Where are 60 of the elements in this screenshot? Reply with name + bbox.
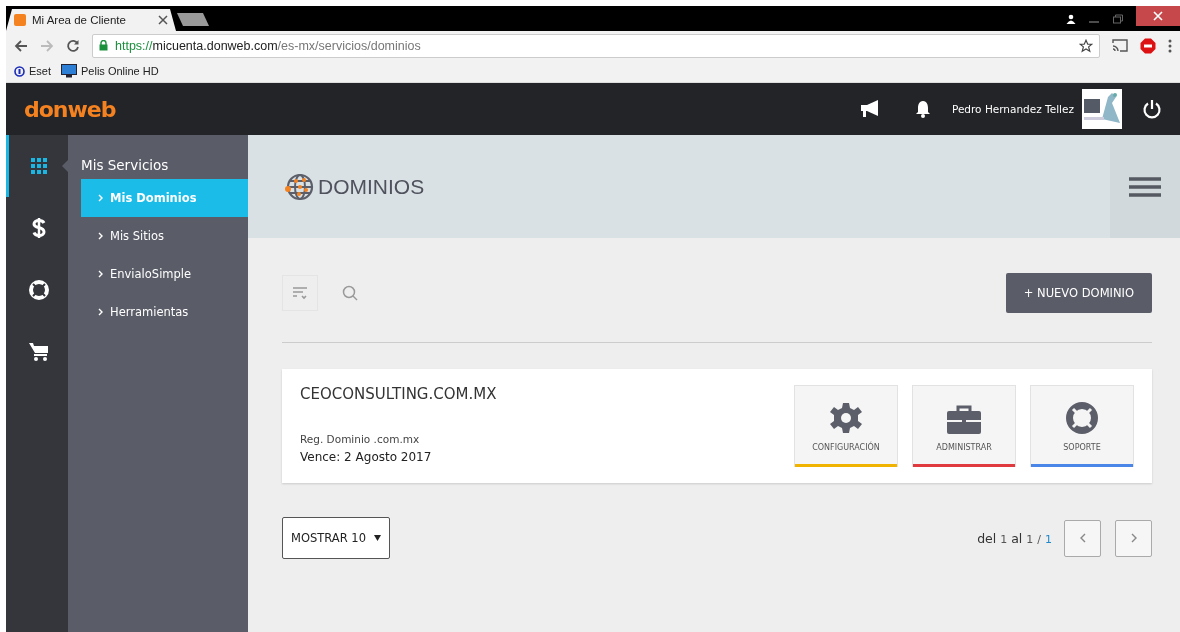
gear-icon [829,401,863,435]
grid-icon [29,157,48,175]
close-icon[interactable] [158,15,168,25]
menu-icon[interactable] [1168,38,1172,53]
user-icon[interactable] [1066,13,1076,24]
bookmark[interactable]: Eset [14,65,51,77]
action-tile[interactable]: ADMINISTRAR [912,385,1016,467]
menu-icon [1129,176,1161,197]
caret-icon [374,535,381,541]
close-window-button[interactable] [1136,6,1180,26]
briefcase-icon [946,405,982,435]
action-tile[interactable]: CONFIGURACIÓN [794,385,898,467]
back-icon[interactable] [14,38,28,53]
site-icon [14,14,26,26]
lifebuoy-icon [27,279,50,301]
cast-icon[interactable] [1112,39,1128,52]
domain-type: Reg. Dominio .com.mx [300,433,421,445]
power-icon[interactable] [1142,99,1162,119]
chevron-icon [98,270,103,278]
logo[interactable]: donweb [24,96,116,122]
monitor-icon [61,64,77,78]
browser-tab[interactable]: Mi Area de Cliente [6,9,176,31]
globe-icon [284,171,314,202]
cart-icon [27,342,50,362]
action-label: ADMINISTRAR [936,443,992,452]
submenu-item[interactable]: Herramientas [81,293,248,331]
submenu-item[interactable]: EnvialoSimple [81,255,248,293]
lifebuoy-icon [1065,401,1099,435]
submenu-item[interactable]: Mis Sitios [81,217,248,255]
chevron-icon [98,194,103,202]
page-title: DOMINIOS [318,174,425,199]
action-label: SOPORTE [1063,443,1101,452]
action-tile[interactable]: SOPORTE [1030,385,1134,467]
star-icon[interactable] [1079,38,1093,53]
user-name[interactable]: Pedro Hernandez Tellez [951,103,1074,115]
expiry-date: Vence: 2 Agosto 2017 [300,450,433,464]
reload-icon[interactable] [66,38,80,53]
action-label: CONFIGURACIÓN [812,443,880,452]
pagination-info: del 1 al 1 / 1 [977,530,1052,546]
chevron-left-icon [1079,533,1086,543]
lock-icon [99,40,108,51]
bookmark[interactable]: Pelis Online HD [61,64,159,78]
submenu-title: Mis Servicios [80,157,170,175]
page-size-dropdown[interactable]: MOSTRAR 10 [282,517,390,559]
eset-icon [14,65,25,77]
url-text: https://micuenta.donweb.com/es-mx/servicios/dominios [115,38,421,53]
chevron-right-icon [1130,533,1137,543]
domain-name: CEOCONSULTING.COM.MX [300,385,497,403]
close-icon [1153,11,1163,21]
new-domain-button[interactable]: + NUEVO DOMINIO [1005,273,1152,313]
chevron-icon [98,232,103,240]
menu-button[interactable] [1110,135,1180,238]
adblock-icon[interactable] [1140,37,1156,54]
dollar-icon [30,217,47,239]
address-bar[interactable]: https://micuenta.donweb.com/es-mx/servicios/dominios [92,33,1100,58]
tab-title: Mi Area de Cliente [32,14,126,26]
chevron-icon [98,308,103,316]
new-tab-button[interactable] [176,13,210,26]
filter-icon [292,286,308,300]
restore-icon[interactable] [1112,13,1124,24]
